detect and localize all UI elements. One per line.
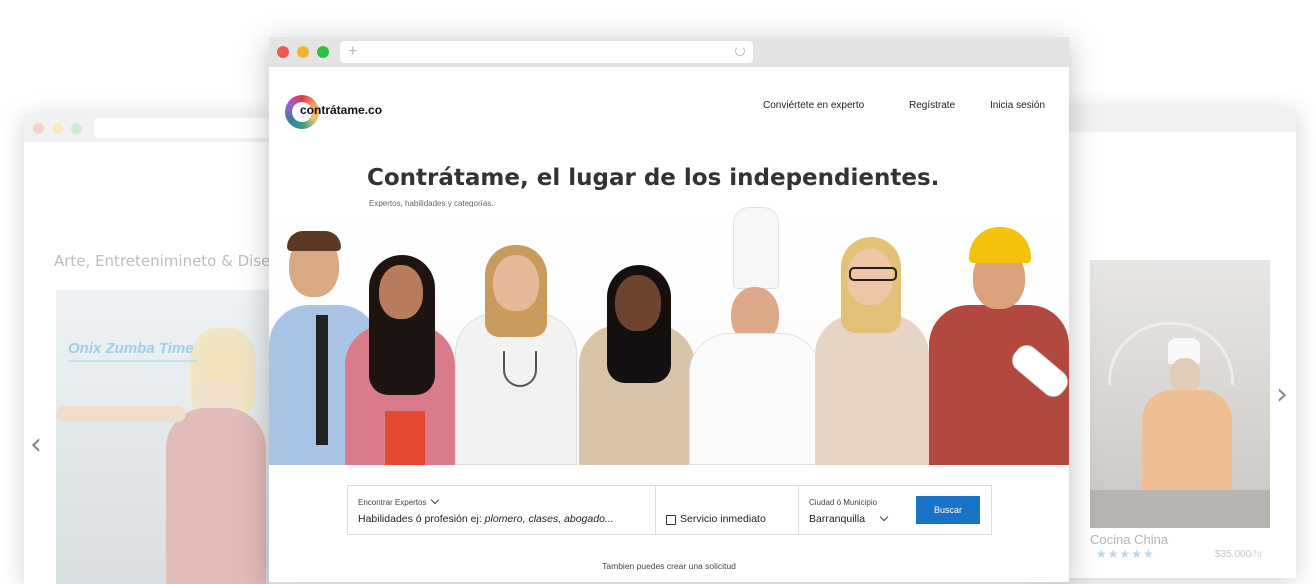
chevron-down-icon (879, 512, 889, 522)
service-photo[interactable]: Onix Zumba Time (56, 290, 270, 584)
create-request-link[interactable]: Tambien puedes crear una solicitud (269, 561, 1069, 571)
person-arm (56, 406, 186, 422)
person-chef (689, 207, 821, 465)
reload-icon[interactable] (735, 46, 745, 56)
person-woman-plaid (345, 255, 455, 465)
find-experts-label[interactable]: Encontrar Expertos (358, 495, 440, 507)
service-photo[interactable] (1090, 260, 1270, 528)
find-experts-label-text: Encontrar Expertos (358, 498, 427, 507)
hero-title: Contrátame, el lugar de los independient… (367, 165, 940, 191)
category-heading: Arte, Entretenimineto & Diseño (54, 252, 270, 270)
counter (1090, 490, 1270, 528)
find-experts-field[interactable]: Encontrar Expertos Habilidades ó profesi… (348, 486, 655, 534)
price: $35.000/hr (1215, 549, 1263, 560)
person-doctor (455, 245, 577, 465)
search-bar: Encontrar Expertos Habilidades ó profesi… (347, 485, 992, 535)
price-unit: /hr (1251, 549, 1263, 560)
background-window-left: Arte, Entretenimineto & Diseño Onix Zumb… (24, 114, 270, 584)
logo-text[interactable]: contrátame.co (300, 103, 382, 117)
person-woman-apron (579, 265, 695, 465)
carousel-prev-icon[interactable]: ‹ (30, 430, 42, 460)
city-select[interactable]: Ciudad ó Municipio Barranquilla (799, 486, 909, 534)
address-bar[interactable] (94, 118, 270, 138)
find-experts-example: plomero, clases, abogado... (484, 513, 614, 525)
new-tab-plus-icon[interactable]: + (348, 44, 357, 60)
person-construction-worker (929, 217, 1069, 465)
browser-chrome (1050, 108, 1296, 132)
carousel-next-icon[interactable]: › (1276, 380, 1288, 410)
person-face (196, 380, 242, 410)
rating-stars-icon: ★★★★★ (1096, 547, 1155, 561)
price-value: $35.000 (1215, 549, 1252, 560)
card-title: Cocina China (1090, 532, 1169, 547)
close-dot-icon (33, 123, 44, 134)
city-label: Ciudad ó Municipio (809, 498, 878, 507)
immediate-service-option[interactable]: Servicio inmediato (656, 486, 798, 534)
card-title: Onix Zumba Time (68, 340, 194, 357)
browser-chrome (24, 114, 270, 142)
nav-register[interactable]: Regístrate (909, 100, 955, 111)
hero-image (269, 207, 1069, 465)
person-body (166, 408, 266, 584)
nav-become-expert[interactable]: Conviértete en experto (763, 100, 864, 111)
immediate-service-checkbox[interactable] (666, 515, 676, 525)
find-experts-prefix: Habilidades ó profesión ej: (358, 513, 485, 525)
main-browser-window: + contrátame.co Conviértete en experto R… (269, 37, 1069, 582)
chevron-down-icon (431, 495, 440, 505)
maximize-dot-icon[interactable] (317, 46, 329, 58)
close-dot-icon[interactable] (277, 46, 289, 58)
address-bar[interactable]: + (340, 41, 753, 63)
title-underline (68, 360, 198, 362)
background-window-right: Cocina China ★★★★★ $35.000/hr (1050, 108, 1296, 578)
person-woman-glasses (815, 237, 929, 465)
minimize-dot-icon (52, 123, 63, 134)
search-button[interactable]: Buscar (916, 496, 980, 524)
city-value[interactable]: Barranquilla (809, 512, 889, 525)
maximize-dot-icon (71, 123, 82, 134)
browser-chrome: + (269, 37, 1069, 67)
city-value-text: Barranquilla (809, 513, 866, 525)
find-experts-input[interactable]: Habilidades ó profesión ej: plomero, cla… (358, 513, 614, 525)
steam-arc (1108, 322, 1234, 385)
minimize-dot-icon[interactable] (297, 46, 309, 58)
immediate-service-label[interactable]: Servicio inmediato (680, 513, 766, 525)
nav-login[interactable]: Inicia sesión (990, 100, 1045, 111)
